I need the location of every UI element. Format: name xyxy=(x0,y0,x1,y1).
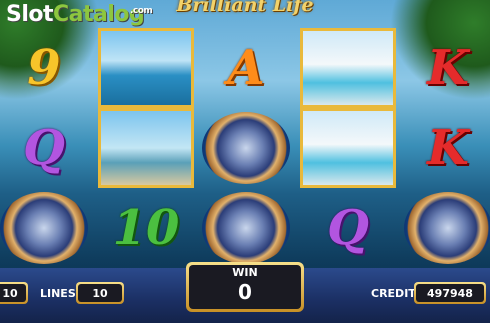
symbol-watch xyxy=(398,188,490,268)
watermark-part1: Slot xyxy=(6,2,54,27)
symbol-q: Q xyxy=(327,200,369,256)
reel-5: K K xyxy=(398,28,490,268)
symbol-watch xyxy=(196,108,296,188)
symbol-yacht xyxy=(96,28,196,108)
symbol-k: K xyxy=(427,40,469,96)
watch-icon xyxy=(404,192,490,264)
symbol-k: K xyxy=(427,120,469,176)
symbol-watch xyxy=(196,188,296,268)
win-panel: WIN 0 xyxy=(186,262,304,312)
symbol-villa xyxy=(298,28,398,108)
sports-car-icon xyxy=(98,108,194,188)
symbol-ten: 10 xyxy=(112,200,180,256)
watch-icon xyxy=(0,192,88,264)
credit-label: CREDIT xyxy=(371,287,416,300)
watch-icon xyxy=(202,112,290,184)
reels-area: 9 Q 10 A Q K K xyxy=(0,28,490,268)
yacht-icon xyxy=(98,28,194,108)
lines-value: 10 xyxy=(78,284,122,302)
symbol-villa xyxy=(298,108,398,188)
lines-field[interactable]: 10 xyxy=(76,282,124,304)
villa-icon xyxy=(300,108,396,188)
watermark-part3: .com xyxy=(130,6,153,16)
reel-3: A xyxy=(196,28,296,268)
reel-1: 9 Q xyxy=(0,28,94,268)
watch-icon xyxy=(202,192,290,264)
reel-4: Q xyxy=(298,28,398,268)
credit-value: 497948 xyxy=(416,284,484,302)
symbol-a: A xyxy=(227,40,265,96)
villa-icon xyxy=(300,28,396,108)
symbol-q: Q xyxy=(23,120,65,176)
bet-value: 10 xyxy=(0,284,26,302)
game-title: Brilliant Life xyxy=(176,0,314,16)
symbol-car xyxy=(96,108,196,188)
bet-field[interactable]: 10 xyxy=(0,282,28,304)
reel-2: 10 xyxy=(96,28,196,268)
symbol-watch xyxy=(0,188,94,268)
credit-field: 497948 xyxy=(414,282,486,304)
lines-label: LINES xyxy=(40,287,76,300)
win-label: WIN xyxy=(232,266,258,279)
win-value: 0 xyxy=(238,280,252,304)
symbol-nine: 9 xyxy=(27,40,61,96)
watermark-logo: SlotCatalog .com xyxy=(6,2,153,27)
